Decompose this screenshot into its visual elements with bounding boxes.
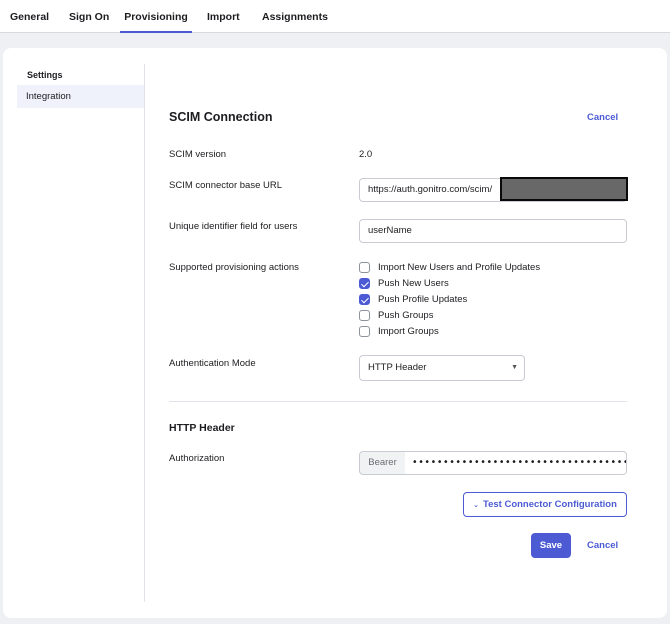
- auth-mode-label: Authentication Mode: [169, 358, 256, 369]
- chevron-down-icon: ▼: [511, 364, 518, 371]
- tab-general[interactable]: General: [10, 0, 49, 33]
- tab-assignments[interactable]: Assignments: [262, 0, 328, 33]
- test-connector-label: Test Connector Configuration: [483, 499, 617, 510]
- checkbox-import-groups[interactable]: [359, 326, 370, 337]
- save-button[interactable]: Save: [531, 533, 571, 558]
- tab-bar: General Sign On Provisioning Import Assi…: [0, 0, 670, 33]
- tab-sign-on[interactable]: Sign On: [69, 0, 109, 33]
- scim-version-value: 2.0: [359, 149, 373, 160]
- chevron-down-icon: ⌄: [473, 502, 479, 509]
- base-url-label: SCIM connector base URL: [169, 180, 282, 191]
- checkbox-label: Import Groups: [378, 326, 439, 337]
- redaction-box: [500, 177, 628, 201]
- settings-sidebar: Settings Integration: [17, 64, 145, 602]
- tab-provisioning[interactable]: Provisioning: [120, 0, 192, 33]
- checkbox-label: Import New Users and Profile Updates: [378, 262, 541, 273]
- base-url-value: https://auth.gonitro.com/scim/: [368, 184, 493, 195]
- section-title: SCIM Connection: [169, 110, 273, 124]
- provisioning-card: Settings Integration SCIM Connection Can…: [3, 48, 667, 618]
- checkbox-label: Push Groups: [378, 310, 434, 321]
- cancel-top-link[interactable]: Cancel: [587, 112, 618, 123]
- scim-version-label: SCIM version: [169, 149, 227, 160]
- provisioning-actions-label: Supported provisioning actions: [169, 262, 299, 273]
- checkbox-push-new-users[interactable]: [359, 278, 370, 289]
- checkbox-label: Push Profile Updates: [378, 294, 468, 305]
- auth-mode-value: HTTP Header: [368, 362, 427, 373]
- checkbox-push-profile-updates[interactable]: [359, 294, 370, 305]
- sidebar-item-integration[interactable]: Integration: [17, 85, 144, 108]
- cancel-button[interactable]: Cancel: [587, 540, 618, 551]
- unique-identifier-value: userName: [368, 225, 412, 236]
- http-header-title: HTTP Header: [169, 422, 235, 434]
- checkbox-import-users[interactable]: [359, 262, 370, 273]
- auth-mode-select[interactable]: HTTP Header ▼: [359, 355, 525, 381]
- tab-import[interactable]: Import: [207, 0, 240, 33]
- bearer-prefix: Bearer: [359, 451, 406, 475]
- sidebar-heading: Settings: [27, 70, 63, 80]
- checkbox-label: Push New Users: [378, 278, 449, 289]
- authorization-label: Authorization: [169, 453, 225, 464]
- authorization-token-input[interactable]: ••••••••••••••••••••••••••••••••••••••••: [405, 451, 627, 475]
- scim-connection-form: SCIM Connection Cancel SCIM version 2.0 …: [169, 48, 639, 618]
- divider: [169, 401, 627, 402]
- checkbox-push-groups[interactable]: [359, 310, 370, 321]
- unique-identifier-label: Unique identifier field for users: [169, 221, 298, 232]
- unique-identifier-input[interactable]: userName: [359, 219, 627, 243]
- test-connector-button[interactable]: ⌄ Test Connector Configuration: [463, 492, 627, 517]
